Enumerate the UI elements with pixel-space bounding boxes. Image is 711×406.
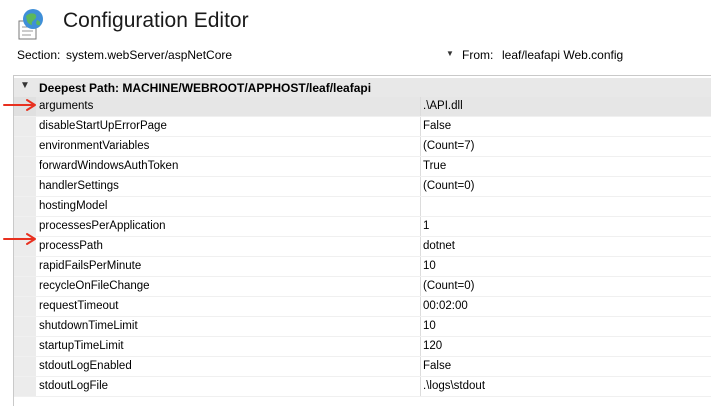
- column-divider: [420, 277, 421, 296]
- property-row[interactable]: shutdownTimeLimit 10: [14, 317, 711, 337]
- property-name: disableStartUpErrorPage: [39, 120, 167, 132]
- property-name: requestTimeout: [39, 300, 119, 312]
- property-value[interactable]: .\logs\stdout: [423, 380, 485, 392]
- from-label: From:: [462, 48, 494, 62]
- property-row[interactable]: stdoutLogEnabled False: [14, 357, 711, 377]
- property-value[interactable]: .\API.dll: [423, 100, 463, 112]
- row-gutter: [14, 277, 36, 296]
- section-label: Section:: [17, 48, 61, 62]
- property-value[interactable]: 10: [423, 260, 436, 272]
- property-name: forwardWindowsAuthToken: [39, 160, 179, 172]
- column-divider: [420, 117, 421, 136]
- property-name: handlerSettings: [39, 180, 119, 192]
- property-grid: ▼ Deepest Path: MACHINE/WEBROOT/APPHOST/…: [13, 75, 711, 406]
- property-name: recycleOnFileChange: [39, 280, 150, 292]
- property-name: environmentVariables: [39, 140, 150, 152]
- row-gutter: [14, 357, 36, 376]
- row-gutter: [14, 177, 36, 196]
- editor-header: Configuration Editor: [0, 0, 711, 44]
- red-arrow-annotation-path: [3, 99, 36, 111]
- property-row[interactable]: environmentVariables (Count=7): [14, 137, 711, 157]
- property-row[interactable]: stdoutLogFile .\logs\stdout: [14, 377, 711, 397]
- column-divider: [420, 297, 421, 316]
- property-row[interactable]: processPath dotnet: [14, 237, 711, 257]
- section-toolbar: Section: system.webServer/aspNetCore ▼ F…: [0, 44, 711, 66]
- property-row[interactable]: handlerSettings (Count=0): [14, 177, 711, 197]
- column-divider: [420, 317, 421, 336]
- property-row[interactable]: rapidFailsPerMinute 10: [14, 257, 711, 277]
- row-gutter: [14, 337, 36, 356]
- page-title: Configuration Editor: [63, 9, 249, 32]
- property-name: processesPerApplication: [39, 220, 166, 232]
- row-gutter: [14, 317, 36, 336]
- row-gutter: [14, 157, 36, 176]
- section-dropdown[interactable]: system.webServer/aspNetCore: [66, 48, 232, 62]
- property-row[interactable]: hostingModel: [14, 197, 711, 217]
- from-dropdown[interactable]: leaf/leafapi Web.config: [502, 48, 623, 62]
- column-divider: [420, 97, 421, 116]
- property-row[interactable]: startupTimeLimit 120: [14, 337, 711, 357]
- property-row[interactable]: recycleOnFileChange (Count=0): [14, 277, 711, 297]
- row-gutter: [14, 377, 36, 396]
- property-value[interactable]: False: [423, 360, 451, 372]
- property-value[interactable]: dotnet: [423, 240, 455, 252]
- row-gutter: [14, 257, 36, 276]
- property-value[interactable]: True: [423, 160, 446, 172]
- property-row[interactable]: arguments .\API.dll: [14, 97, 711, 117]
- row-gutter: [14, 137, 36, 156]
- property-name: stdoutLogEnabled: [39, 360, 132, 372]
- property-row[interactable]: requestTimeout 00:02:00: [14, 297, 711, 317]
- property-value[interactable]: 10: [423, 320, 436, 332]
- property-value[interactable]: 1: [423, 220, 429, 232]
- group-title: Deepest Path: MACHINE/WEBROOT/APPHOST/le…: [39, 81, 372, 95]
- column-divider: [420, 157, 421, 176]
- property-name: rapidFailsPerMinute: [39, 260, 142, 272]
- row-gutter: [14, 197, 36, 216]
- property-value[interactable]: 120: [423, 340, 442, 352]
- dropdown-arrow-icon[interactable]: ▼: [446, 49, 454, 58]
- property-name: arguments: [39, 100, 94, 112]
- column-divider: [420, 257, 421, 276]
- column-divider: [420, 337, 421, 356]
- property-row[interactable]: forwardWindowsAuthToken True: [14, 157, 711, 177]
- property-value[interactable]: (Count=7): [423, 140, 474, 152]
- row-gutter: [14, 297, 36, 316]
- column-divider: [420, 177, 421, 196]
- property-name: stdoutLogFile: [39, 380, 109, 392]
- property-name: hostingModel: [39, 200, 108, 212]
- chevron-down-icon[interactable]: ▼: [20, 80, 30, 91]
- red-arrow-annotation-path: [3, 233, 36, 245]
- property-value[interactable]: (Count=0): [423, 180, 474, 192]
- property-name: shutdownTimeLimit: [39, 320, 138, 332]
- property-name: startupTimeLimit: [39, 340, 124, 352]
- property-rows: arguments .\API.dll disableStartUpErrorPag…: [14, 97, 711, 397]
- column-divider: [420, 237, 421, 256]
- property-name: processPath: [39, 240, 103, 252]
- property-value[interactable]: False: [423, 120, 451, 132]
- property-value[interactable]: 00:02:00: [423, 300, 468, 312]
- property-row[interactable]: disableStartUpErrorPage False: [14, 117, 711, 137]
- group-header[interactable]: ▼ Deepest Path: MACHINE/WEBROOT/APPHOST/…: [14, 78, 711, 97]
- column-divider: [420, 217, 421, 236]
- column-divider: [420, 197, 421, 216]
- column-divider: [420, 357, 421, 376]
- red-arrow-annotation-icon: [3, 233, 36, 245]
- column-divider: [420, 137, 421, 156]
- column-divider: [420, 377, 421, 396]
- property-value[interactable]: (Count=0): [423, 280, 474, 292]
- red-arrow-annotation-icon: [3, 99, 36, 111]
- row-gutter: [14, 117, 36, 136]
- property-row[interactable]: processesPerApplication 1: [14, 217, 711, 237]
- configuration-editor-icon: [18, 9, 43, 40]
